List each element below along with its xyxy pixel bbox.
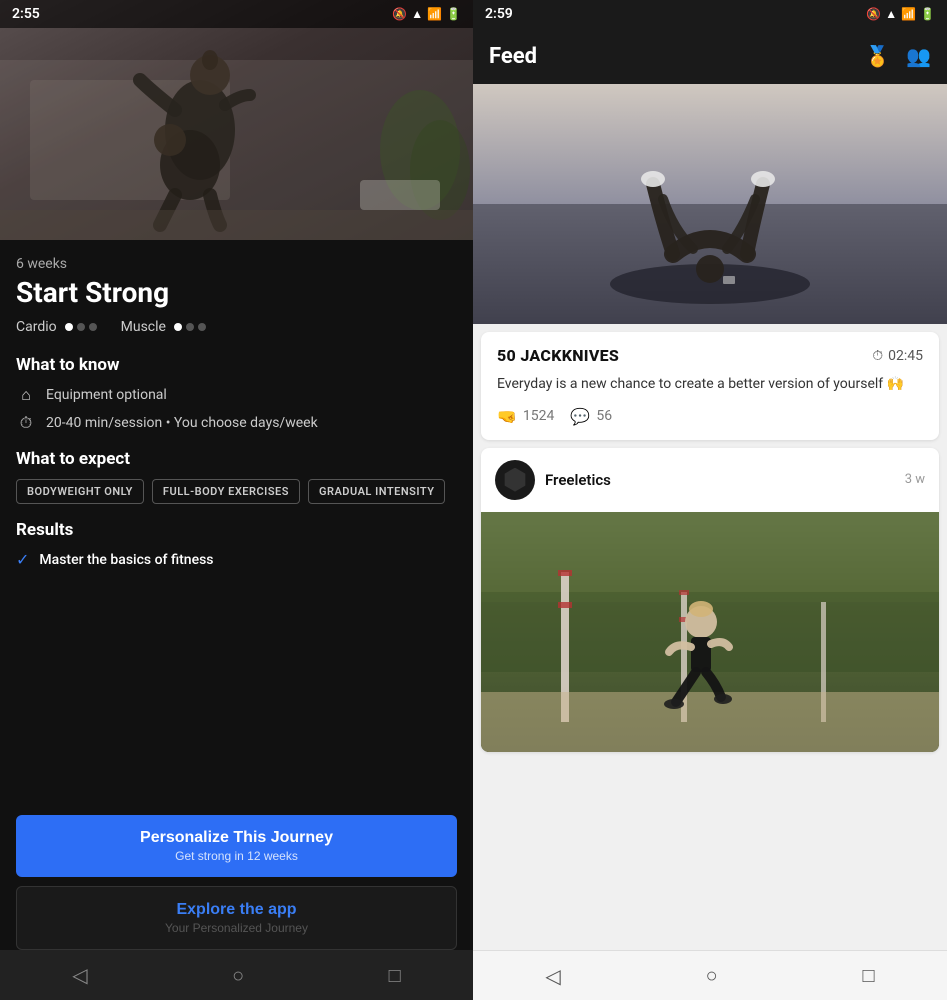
personalize-journey-label: Personalize This Journey xyxy=(30,829,443,847)
left-hero-image xyxy=(0,0,473,240)
cardio-label: Cardio xyxy=(16,319,57,335)
right-bell-icon: 🔕 xyxy=(866,7,881,21)
personalize-journey-button[interactable]: Personalize This Journey Get strong in 1… xyxy=(16,815,457,877)
feed-header: Feed 🏅 👥 xyxy=(473,28,947,84)
session-text: 20-40 min/session • You choose days/week xyxy=(46,415,318,431)
right-bottom-nav: ◁ ○ □ xyxy=(473,950,947,1000)
muscle-difficulty: Muscle xyxy=(121,319,206,335)
weeks-label: 6 weeks xyxy=(16,256,457,272)
what-to-know-title: What to know xyxy=(16,355,457,375)
right-home-icon[interactable]: ○ xyxy=(706,963,718,988)
check-icon: ✓ xyxy=(16,550,29,569)
feed-title: Feed xyxy=(489,44,537,69)
tag-gradual: GRADUAL INTENSITY xyxy=(308,479,446,504)
muscle-label: Muscle xyxy=(121,319,166,335)
header-icons: 🏅 👥 xyxy=(865,44,931,68)
like-icon: 🤜 xyxy=(497,407,517,426)
clock-icon: ⏱ xyxy=(16,413,36,433)
program-title: Start Strong xyxy=(16,276,457,309)
muscle-dots xyxy=(174,323,206,331)
bottom-buttons: Personalize This Journey Get strong in 1… xyxy=(0,815,473,950)
left-bottom-nav: ◁ ○ □ xyxy=(0,950,473,1000)
trophy-icon[interactable]: 🏅 xyxy=(865,44,890,68)
left-panel: 2:55 🔕 ▲ 📶 🔋 xyxy=(0,0,473,1000)
comments-count: 56 xyxy=(596,408,612,424)
explore-app-label: Explore the app xyxy=(31,901,442,919)
cardio-difficulty: Cardio xyxy=(16,319,97,335)
cardio-dot-3 xyxy=(89,323,97,331)
author-name: Freeletics xyxy=(545,471,611,489)
workout-stats: 🤜 1524 💬 56 xyxy=(497,407,923,426)
what-to-expect-title: What to expect xyxy=(16,449,457,469)
workout-time: ⏱ 02:45 xyxy=(872,348,923,364)
right-wifi-icon: ▲ xyxy=(885,7,897,21)
freeletics-logo xyxy=(503,468,527,492)
post-card: Freeletics 3 w xyxy=(481,448,939,752)
cardio-dot-1 xyxy=(65,323,73,331)
right-back-icon[interactable]: ◁ xyxy=(545,964,560,988)
results-section: Results ✓ Master the basics of fitness xyxy=(16,520,457,569)
signal-icon: 📶 xyxy=(427,7,442,21)
explore-app-button[interactable]: Explore the app Your Personalized Journe… xyxy=(16,886,457,950)
cardio-dots xyxy=(65,323,97,331)
right-panel: 2:59 🔕 ▲ 📶 🔋 Feed 🏅 👥 xyxy=(473,0,947,1000)
bell-icon: 🔕 xyxy=(392,7,407,21)
feed-hero-image xyxy=(473,84,947,324)
left-status-icons: 🔕 ▲ 📶 🔋 xyxy=(392,7,461,21)
result-item: ✓ Master the basics of fitness xyxy=(16,550,457,569)
right-content: 50 JACKKNIVES ⏱ 02:45 Everyday is a new … xyxy=(473,84,947,950)
tag-bodyweight: BODYWEIGHT ONLY xyxy=(16,479,144,504)
back-nav-icon[interactable]: ◁ xyxy=(72,963,87,987)
right-signal-icon: 📶 xyxy=(901,7,916,21)
likes-stat: 🤜 1524 xyxy=(497,407,554,426)
author-avatar xyxy=(495,460,535,500)
right-status-icons: 🔕 ▲ 📶 🔋 xyxy=(866,7,935,21)
post-image xyxy=(481,512,939,752)
right-recent-icon[interactable]: □ xyxy=(862,963,874,988)
workout-card: 50 JACKKNIVES ⏱ 02:45 Everyday is a new … xyxy=(481,332,939,440)
expect-section: What to expect BODYWEIGHT ONLY FULL-BODY… xyxy=(16,449,457,504)
people-icon[interactable]: 👥 xyxy=(906,44,931,68)
right-status-time: 2:59 xyxy=(485,6,513,22)
muscle-dot-2 xyxy=(186,323,194,331)
wifi-icon: ▲ xyxy=(411,7,423,21)
post-time: 3 w xyxy=(905,472,925,487)
home-icon: ⌂ xyxy=(16,385,36,405)
post-header: Freeletics 3 w xyxy=(481,448,939,512)
results-title: Results xyxy=(16,520,457,540)
result-text: Master the basics of fitness xyxy=(39,552,213,568)
muscle-dot-3 xyxy=(198,323,206,331)
cardio-dot-2 xyxy=(77,323,85,331)
comments-stat: 💬 56 xyxy=(570,407,612,426)
recent-nav-icon[interactable]: □ xyxy=(389,963,401,988)
workout-name: 50 JACKKNIVES xyxy=(497,346,619,365)
session-row: ⏱ 20-40 min/session • You choose days/we… xyxy=(16,413,457,433)
timer-icon: ⏱ xyxy=(872,348,883,364)
explore-app-sub: Your Personalized Journey xyxy=(31,921,442,935)
muscle-dot-1 xyxy=(174,323,182,331)
right-status-bar: 2:59 🔕 ▲ 📶 🔋 xyxy=(473,0,947,28)
personalize-journey-sub: Get strong in 12 weeks xyxy=(30,849,443,863)
workout-card-header: 50 JACKKNIVES ⏱ 02:45 xyxy=(497,346,923,365)
likes-count: 1524 xyxy=(523,408,554,424)
post-author: Freeletics xyxy=(495,460,611,500)
difficulty-row: Cardio Muscle xyxy=(16,319,457,335)
workout-quote: Everyday is a new chance to create a bet… xyxy=(497,375,923,395)
tags-row: BODYWEIGHT ONLY FULL-BODY EXERCISES GRAD… xyxy=(16,479,457,504)
equipment-text: Equipment optional xyxy=(46,387,167,403)
home-nav-icon[interactable]: ○ xyxy=(232,963,244,988)
workout-time-value: 02:45 xyxy=(888,348,923,364)
tag-fullbody: FULL-BODY EXERCISES xyxy=(152,479,300,504)
right-battery-icon: 🔋 xyxy=(920,7,935,21)
left-status-bar: 2:55 🔕 ▲ 📶 🔋 xyxy=(0,0,473,28)
comment-icon: 💬 xyxy=(570,407,590,426)
battery-icon: 🔋 xyxy=(446,7,461,21)
equipment-row: ⌂ Equipment optional xyxy=(16,385,457,405)
left-status-time: 2:55 xyxy=(12,6,40,22)
